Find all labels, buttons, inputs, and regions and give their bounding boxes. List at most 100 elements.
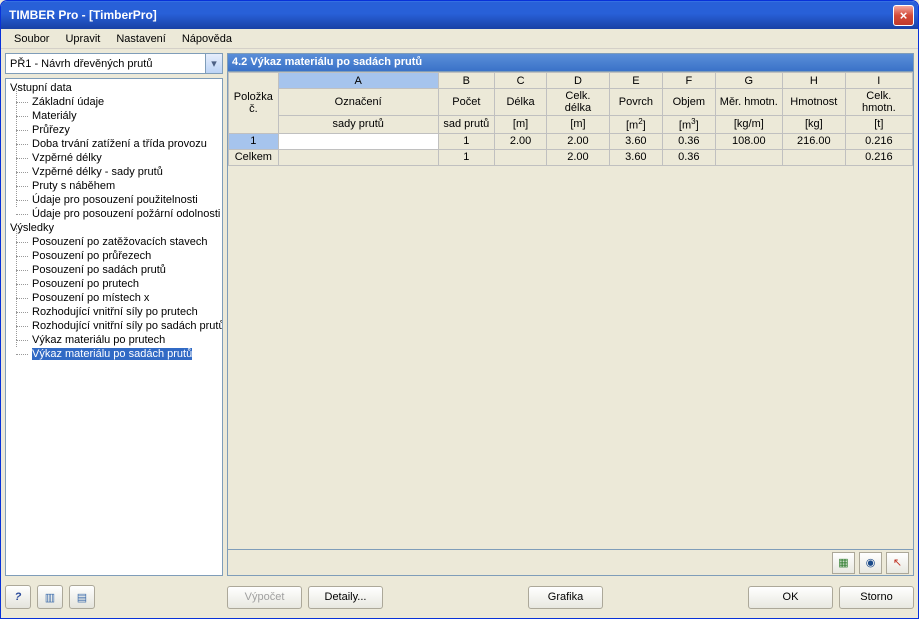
cell[interactable]: 2.00 <box>547 133 610 149</box>
chevron-down-icon: ▾ <box>205 54 222 73</box>
col-unit: sad prutů <box>438 116 494 134</box>
col-letter[interactable]: H <box>782 73 845 89</box>
cell[interactable]: 216.00 <box>782 133 845 149</box>
col-unit: sady prutů <box>278 116 438 134</box>
col-unit: [m3] <box>662 116 715 134</box>
table-container: Položkač. A B C D E F G H I <box>227 71 914 550</box>
col-letter[interactable]: A <box>278 73 438 89</box>
col-unit: [kg] <box>782 116 845 134</box>
cell[interactable]: 0.216 <box>845 133 912 149</box>
titlebar: TIMBER Pro - [TimberPro] × <box>1 1 918 29</box>
tree-item[interactable]: Posouzení po místech x <box>6 291 222 305</box>
tree-item[interactable]: Průřezy <box>6 123 222 137</box>
col-letter[interactable]: I <box>845 73 912 89</box>
tree-item[interactable]: Materiály <box>6 109 222 123</box>
corner-header: Položkač. <box>229 73 279 134</box>
tree-item[interactable]: Rozhodující vnitřní síly po sadách prutů <box>6 319 222 333</box>
col-letter[interactable]: F <box>662 73 715 89</box>
col-header: Hmotnost <box>782 89 845 116</box>
cell: 3.60 <box>609 149 662 165</box>
col-letter[interactable]: C <box>494 73 546 89</box>
menu-bar: Soubor Upravit Nastavení Nápověda <box>1 29 918 49</box>
col-letter[interactable]: E <box>609 73 662 89</box>
col-unit: [m] <box>547 116 610 134</box>
col-letter[interactable]: D <box>547 73 610 89</box>
view-button[interactable]: ◉ <box>859 552 882 574</box>
col-header: Objem <box>662 89 715 116</box>
col-header: Počet <box>438 89 494 116</box>
prev-button[interactable]: ▥ <box>37 585 63 609</box>
tree-item[interactable]: Doba trvání zatížení a třída provozu <box>6 137 222 151</box>
cell <box>278 149 438 165</box>
graphics-button[interactable]: Grafika <box>528 586 603 609</box>
cell[interactable]: 2.00 <box>494 133 546 149</box>
tree-item[interactable]: Údaje pro posouzení použitelnosti <box>6 193 222 207</box>
tree-item[interactable]: Pruty s náběhem <box>6 179 222 193</box>
col-unit: [m] <box>494 116 546 134</box>
cell <box>715 149 782 165</box>
close-button[interactable]: × <box>893 5 914 26</box>
help-icon: ? <box>15 591 22 603</box>
col-header: Povrch <box>609 89 662 116</box>
tree-group-input[interactable]: Vstupní data <box>6 81 222 95</box>
table-title: 4.2 Výkaz materiálu po sadách prutů <box>227 53 914 71</box>
client-area: PŘ1 - Návrh dřevěných prutů ▾ Vstupní da… <box>1 49 918 618</box>
menu-upravit[interactable]: Upravit <box>58 31 107 47</box>
col-header: Délka <box>494 89 546 116</box>
col-header: Celk. délka <box>547 89 610 116</box>
cell: 1 <box>438 149 494 165</box>
sheet-prev-icon: ▥ <box>45 591 55 604</box>
cell[interactable] <box>278 133 438 149</box>
cell[interactable]: 1 <box>438 133 494 149</box>
cell[interactable]: 108.00 <box>715 133 782 149</box>
next-button[interactable]: ▤ <box>69 585 95 609</box>
tree-item[interactable]: Údaje pro posouzení požární odolnosti <box>6 207 222 221</box>
cell <box>494 149 546 165</box>
tree-item[interactable]: Vzpěrné délky <box>6 151 222 165</box>
sheet-next-icon: ▤ <box>77 591 87 604</box>
ok-button[interactable]: OK <box>748 586 833 609</box>
results-table: Položkač. A B C D E F G H I <box>228 72 913 166</box>
main-row: PŘ1 - Návrh dřevěných prutů ▾ Vstupní da… <box>5 53 914 576</box>
tree-item[interactable]: Rozhodující vnitřní síly po prutech <box>6 305 222 319</box>
table-sum-row: Celkem 1 2.00 3.60 0.36 0.216 <box>229 149 913 165</box>
col-header: Měr. hmotn. <box>715 89 782 116</box>
tree-item[interactable]: Posouzení po sadách prutů <box>6 263 222 277</box>
col-unit: [m2] <box>609 116 662 134</box>
tree-item[interactable]: Posouzení po prutech <box>6 277 222 291</box>
tree-item[interactable]: Vzpěrné délky - sady prutů <box>6 165 222 179</box>
tree-group-results[interactable]: Výsledky <box>6 221 222 235</box>
menu-napoveda[interactable]: Nápověda <box>175 31 239 47</box>
case-combobox[interactable]: PŘ1 - Návrh dřevěných prutů ▾ <box>5 53 223 74</box>
col-letter[interactable]: G <box>715 73 782 89</box>
window-title: TIMBER Pro - [TimberPro] <box>5 8 893 22</box>
table-toolbar: ▦ ◉ ↖ <box>227 550 914 576</box>
menu-soubor[interactable]: Soubor <box>7 31 56 47</box>
bottom-bar: ? ▥ ▤ Výpočet Detaily... Grafika OK Stor… <box>5 580 914 614</box>
col-unit: [t] <box>845 116 912 134</box>
cell[interactable]: 0.36 <box>662 133 715 149</box>
header-row-2: sady prutů sad prutů [m] [m] [m2] [m3] [… <box>229 116 913 134</box>
cell: 0.36 <box>662 149 715 165</box>
calculate-button: Výpočet <box>227 586 302 609</box>
tree-item[interactable]: Výkaz materiálu po prutech <box>6 333 222 347</box>
cancel-button[interactable]: Storno <box>839 586 914 609</box>
tree-item[interactable]: Posouzení po zatěžovacích stavech <box>6 235 222 249</box>
col-header: Označení <box>278 89 438 116</box>
menu-nastaveni[interactable]: Nastavení <box>109 31 173 47</box>
details-button[interactable]: Detaily... <box>308 586 383 609</box>
cell[interactable]: 3.60 <box>609 133 662 149</box>
cell: 0.216 <box>845 149 912 165</box>
navigator-tree[interactable]: Vstupní data Základní údaje Materiály Pr… <box>5 78 223 576</box>
tree-item[interactable]: Posouzení po průřezech <box>6 249 222 263</box>
case-combobox-text: PŘ1 - Návrh dřevěných prutů <box>6 58 205 70</box>
col-letter[interactable]: B <box>438 73 494 89</box>
table-scroll[interactable]: Položkač. A B C D E F G H I <box>228 72 913 549</box>
tree-item-selected[interactable]: Výkaz materiálu po sadách prutů <box>6 347 222 361</box>
tree-item[interactable]: Základní údaje <box>6 95 222 109</box>
navigator-panel: PŘ1 - Návrh dřevěných prutů ▾ Vstupní da… <box>5 53 223 576</box>
pick-button[interactable]: ↖ <box>886 552 909 574</box>
table-row[interactable]: 1 1 2.00 2.00 3.60 0.36 108.00 216.00 0.… <box>229 133 913 149</box>
export-excel-button[interactable]: ▦ <box>832 552 855 574</box>
help-button[interactable]: ? <box>5 585 31 609</box>
